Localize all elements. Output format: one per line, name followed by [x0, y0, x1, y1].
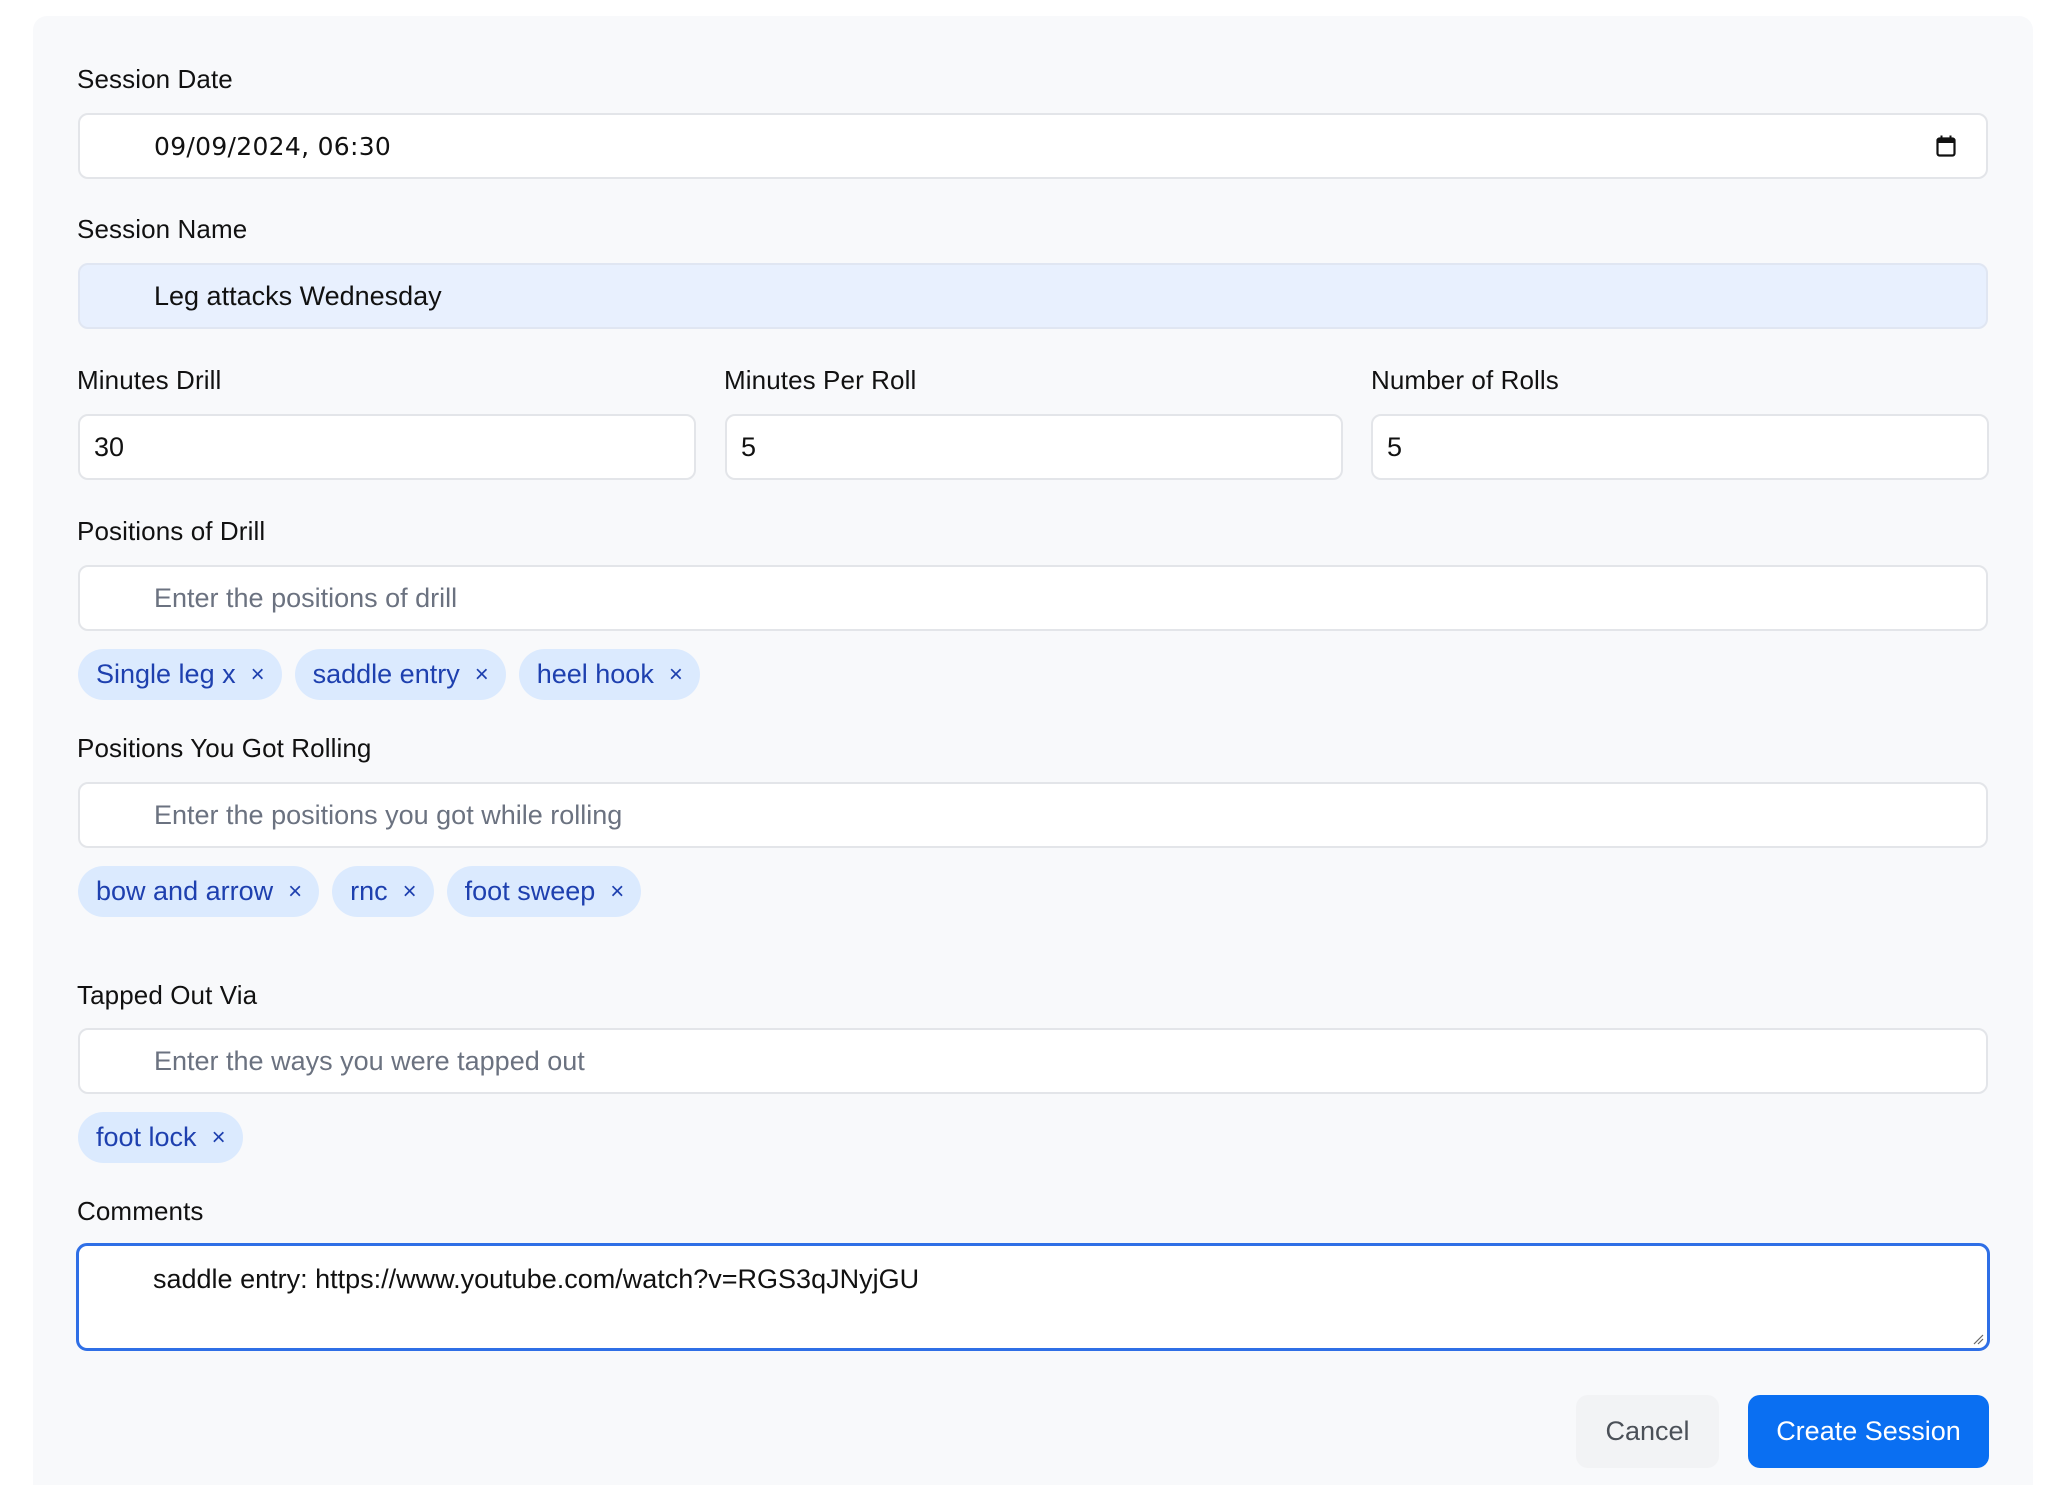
minutes-per-roll-value: 5: [741, 432, 757, 462]
comments-textarea[interactable]: saddle entry: https://www.youtube.com/wa…: [76, 1243, 1990, 1351]
minutes-drill-label: Minutes Drill: [77, 365, 222, 395]
number-of-rolls-value: 5: [1387, 432, 1403, 462]
tag-label: foot sweep: [464, 876, 596, 906]
remove-tag-icon[interactable]: ×: [212, 1124, 226, 1152]
minutes-per-roll-input[interactable]: 5: [725, 414, 1343, 480]
tag-label: saddle entry: [312, 659, 460, 689]
number-of-rolls-label: Number of Rolls: [1371, 365, 1559, 395]
session-form-card: Session Date 09/09/2024, 06:30 Session N…: [33, 16, 2033, 1485]
session-name-value: Leg attacks Wednesday: [154, 281, 442, 311]
remove-tag-icon[interactable]: ×: [669, 661, 683, 689]
tapped-out-via-tags: foot lock ×: [78, 1112, 243, 1163]
tag-chip: saddle entry ×: [294, 649, 506, 700]
calendar-icon[interactable]: [1936, 135, 1956, 157]
tag-label: Single leg x: [96, 659, 236, 689]
tag-label: foot lock: [96, 1122, 197, 1152]
cancel-button[interactable]: Cancel: [1576, 1395, 1719, 1468]
positions-rolling-placeholder: Enter the positions you got while rollin…: [154, 800, 623, 830]
tag-label: rnc: [350, 876, 388, 906]
remove-tag-icon[interactable]: ×: [475, 661, 489, 689]
positions-of-drill-input[interactable]: Enter the positions of drill: [78, 565, 1988, 631]
comments-value: saddle entry: https://www.youtube.com/wa…: [153, 1264, 920, 1294]
positions-of-drill-tags: Single leg x × saddle entry × heel hook ×: [78, 649, 700, 700]
remove-tag-icon[interactable]: ×: [251, 661, 265, 689]
session-date-input[interactable]: 09/09/2024, 06:30: [78, 113, 1988, 179]
tag-label: bow and arrow: [96, 876, 274, 906]
positions-rolling-tags: bow and arrow × rnc × foot sweep ×: [78, 866, 642, 917]
minutes-drill-input[interactable]: 30: [78, 414, 696, 480]
session-name-label: Session Name: [77, 214, 248, 244]
tapped-out-via-label: Tapped Out Via: [77, 980, 258, 1010]
session-date-value: 09/09/2024, 06:30: [154, 132, 392, 161]
remove-tag-icon[interactable]: ×: [288, 878, 302, 906]
positions-rolling-label: Positions You Got Rolling: [77, 733, 372, 763]
tag-chip: foot lock ×: [78, 1112, 243, 1163]
tapped-out-via-input[interactable]: Enter the ways you were tapped out: [78, 1028, 1988, 1094]
positions-rolling-input[interactable]: Enter the positions you got while rollin…: [78, 782, 1988, 848]
tag-chip: foot sweep ×: [446, 866, 642, 917]
remove-tag-icon[interactable]: ×: [610, 878, 624, 906]
tag-label: heel hook: [536, 659, 654, 689]
positions-of-drill-placeholder: Enter the positions of drill: [154, 583, 458, 613]
session-name-input[interactable]: Leg attacks Wednesday: [78, 263, 1988, 329]
minutes-per-roll-label: Minutes Per Roll: [724, 365, 917, 395]
tag-chip: heel hook ×: [518, 649, 700, 700]
create-session-button[interactable]: Create Session: [1748, 1395, 1989, 1468]
resize-grip-icon[interactable]: [1972, 1333, 1984, 1345]
number-of-rolls-input[interactable]: 5: [1371, 414, 1989, 480]
tag-chip: Single leg x ×: [78, 649, 282, 700]
session-date-label: Session Date: [77, 64, 233, 94]
tapped-out-via-placeholder: Enter the ways you were tapped out: [154, 1046, 585, 1076]
minutes-drill-value: 30: [94, 432, 125, 462]
positions-of-drill-label: Positions of Drill: [77, 516, 266, 546]
remove-tag-icon[interactable]: ×: [403, 878, 417, 906]
tag-chip: rnc ×: [332, 866, 434, 917]
comments-label: Comments: [77, 1196, 204, 1226]
tag-chip: bow and arrow ×: [78, 866, 320, 917]
